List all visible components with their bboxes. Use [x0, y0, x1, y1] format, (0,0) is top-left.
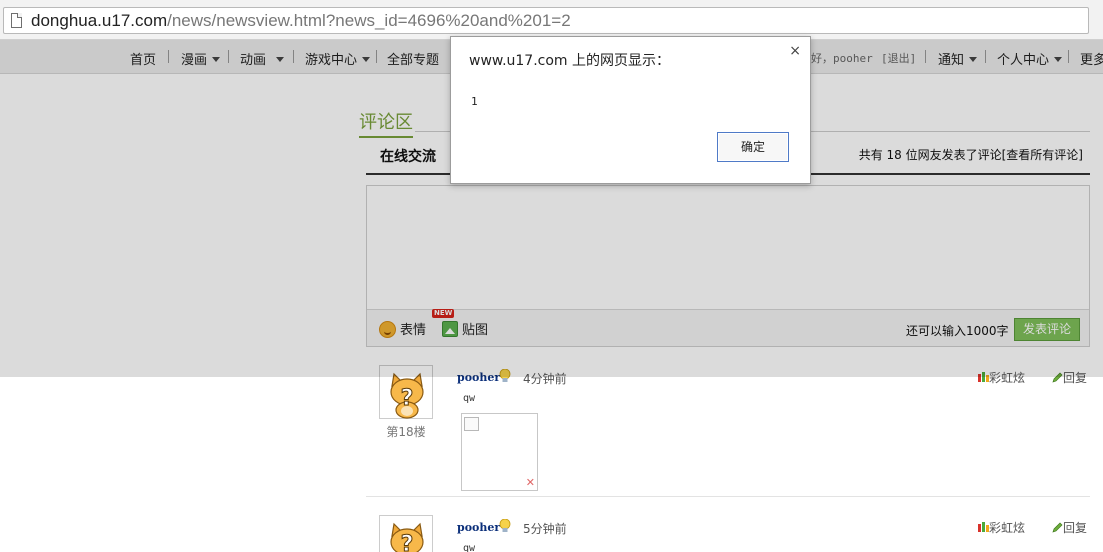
address-bar[interactable]: donghua.u17.com/news/newsview.html?news_… [3, 7, 1089, 34]
url-text[interactable]: donghua.u17.com/news/newsview.html?news_… [31, 11, 571, 31]
avatar[interactable]: ? [379, 515, 433, 552]
browser-toolbar: donghua.u17.com/news/newsview.html?news_… [0, 0, 1103, 40]
comment-time: 5分钟前 [523, 522, 567, 536]
pencil-icon [1052, 522, 1063, 533]
broken-image-icon [464, 417, 479, 431]
ok-button[interactable]: 确定 [717, 132, 789, 162]
comment-image[interactable]: ✕ [461, 413, 538, 491]
rainbow-label: 彩虹炫 [988, 521, 1025, 535]
svg-text:?: ? [401, 532, 414, 552]
comment-text: qw [463, 393, 476, 404]
rainbow-icon [977, 522, 989, 532]
reply-label: 回复 [1062, 521, 1087, 535]
comment-divider [366, 496, 1090, 497]
reply-button[interactable]: 回复 [1052, 519, 1087, 536]
floor-number: 第18楼 [386, 425, 426, 439]
alert-dialog: www.u17.com 上的网页显示： × 1 确定 [450, 36, 811, 184]
page-icon [11, 13, 22, 28]
dialog-message: 1 [471, 95, 478, 108]
close-icon[interactable]: × [789, 43, 801, 59]
cat-avatar-icon: ? [390, 522, 424, 552]
url-path: /news/newsview.html?news_id=4696%20and%2… [167, 11, 571, 30]
bulb-icon [499, 519, 511, 532]
url-host: donghua.u17.com [31, 11, 168, 30]
comment-item: ? pooher 5分钟前 彩虹炫 回复 qw [366, 515, 1090, 552]
rainbow-button[interactable]: 彩虹炫 [977, 519, 1025, 536]
comment-item: ? 第18楼 pooher 4分钟前 彩虹炫 回复 qw ✕ [366, 365, 1090, 495]
dialog-title: www.u17.com 上的网页显示： [469, 53, 671, 69]
comment-username[interactable]: pooher [457, 521, 500, 534]
close-icon[interactable]: ✕ [526, 477, 535, 488]
comment-text: qw [463, 543, 476, 552]
svg-text:?: ? [401, 386, 414, 411]
